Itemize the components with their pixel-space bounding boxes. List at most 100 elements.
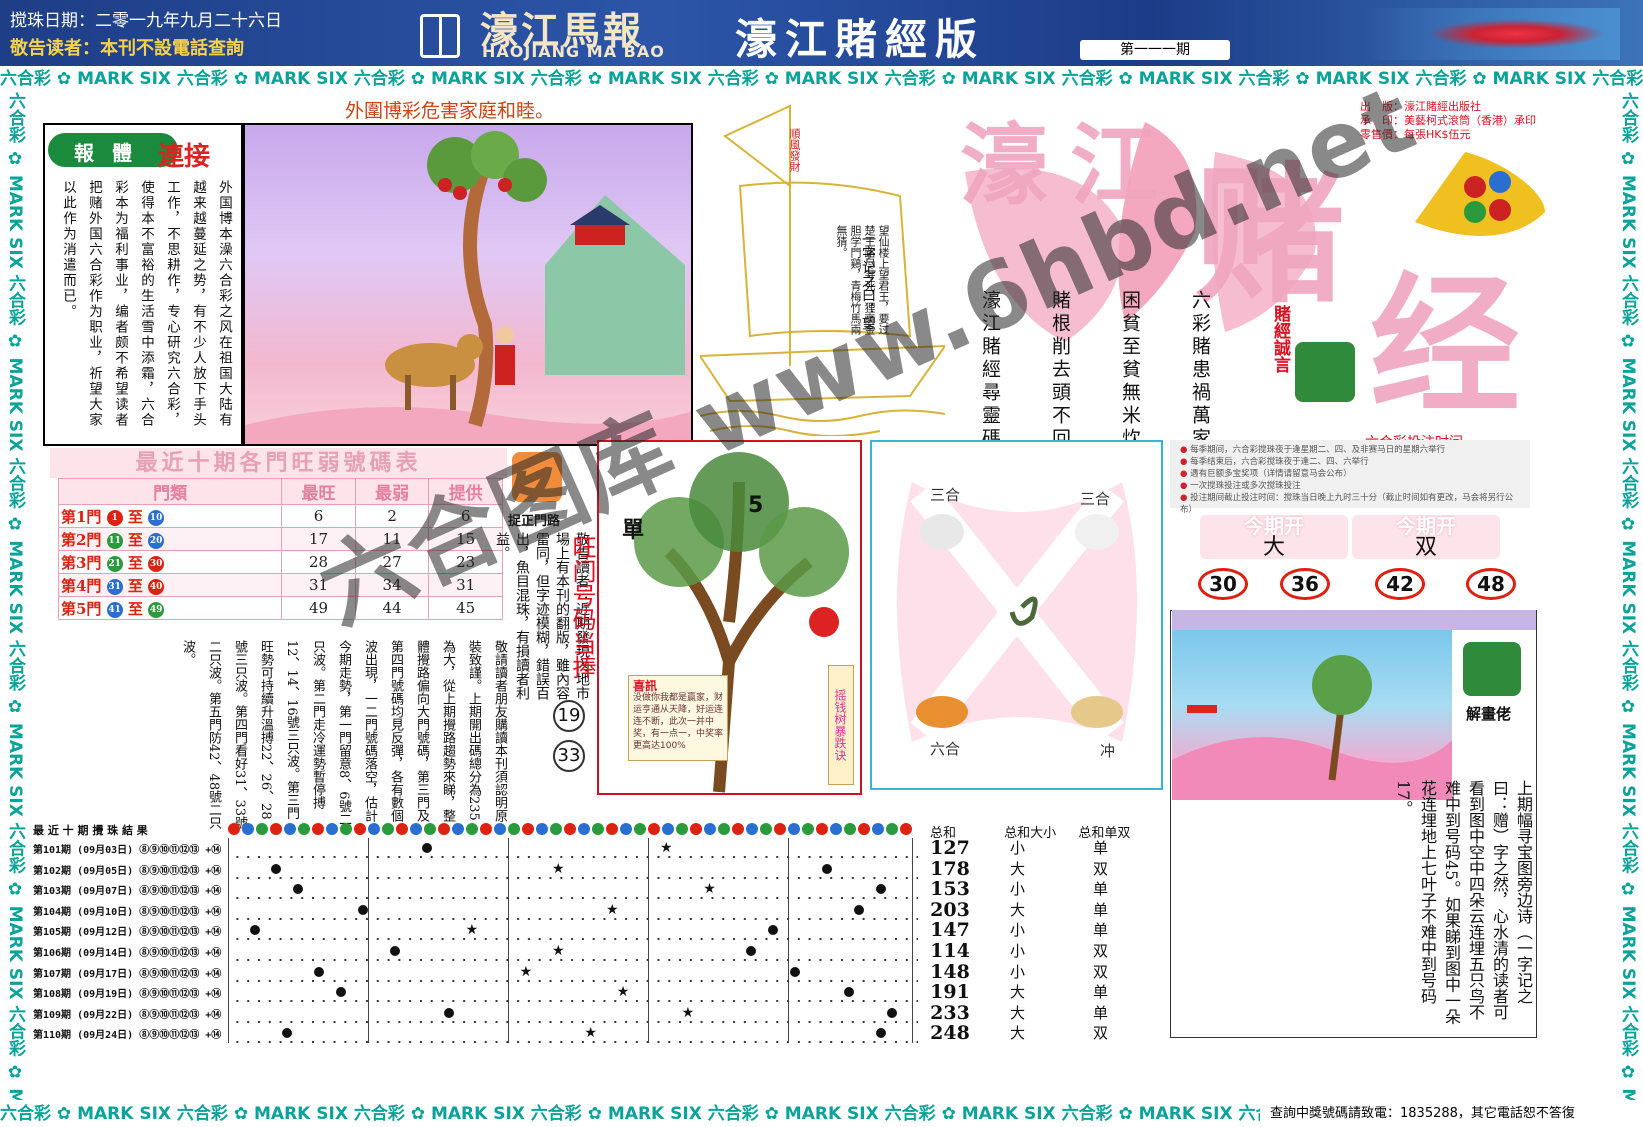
hot-cold-row: 第4門 31 至 40 31 34 31: [57, 573, 503, 597]
sum-value: 178: [930, 857, 970, 880]
today-parity-box: 今期开 双: [1352, 515, 1500, 559]
couplet-2: 困貧至貧無米炊: [1119, 290, 1141, 451]
sum-row: 191 大 单: [920, 982, 1180, 1003]
zodiac-cross: [897, 482, 1137, 742]
lucky-number: 30: [1198, 568, 1248, 600]
sum-size: 小: [1010, 921, 1026, 940]
zodiac-label-tr: 三合: [1080, 490, 1111, 508]
header-number-ball: [578, 823, 590, 835]
result-row: 第107期 (09月17日) ⑧⑨⑩⑪⑫⑬ +⑭ ★: [33, 961, 918, 983]
result-dot-grid: [228, 838, 918, 858]
drawn-ball-mark: [292, 884, 303, 895]
offer-cell: 45: [428, 596, 503, 620]
cold-cell: 2: [354, 504, 430, 528]
col-header: 門類: [57, 478, 283, 505]
pointing-hand-icon: [512, 452, 562, 502]
result-row: 第105期 (09月12日) ⑧⑨⑩⑪⑫⑬ +⑭ ★: [33, 920, 918, 941]
special-star-mark: ★: [552, 860, 565, 877]
sum-row: 147 小 单: [920, 920, 1180, 941]
hot-cold-row: 第5門 41 至 49 49 44 45: [57, 596, 503, 620]
header-number-ball: [760, 823, 772, 835]
correct-label: 捉正門路: [508, 514, 561, 529]
door-label: 第5門: [61, 599, 102, 618]
header-number-ball: [732, 823, 744, 835]
sum-parity: 双: [1093, 942, 1109, 960]
result-row-label: 第108期 (09月19日) ⑧⑨⑩⑪⑫⑬ +⑭: [33, 989, 222, 1001]
special-star-mark: ★: [519, 963, 533, 980]
today-label: 今期开: [1396, 514, 1456, 538]
header-number-ball: [466, 823, 478, 835]
sum-parity: 单: [1093, 921, 1109, 940]
paper-name-en: HAOJIANG MA BAO: [482, 42, 665, 61]
edition-title: 濠江賭經版: [735, 15, 986, 64]
header-number-ball: [774, 823, 786, 835]
writing-hand-icon: [1463, 642, 1521, 696]
hot-cold-row: 第2門 11 至 20 17 11 15: [57, 527, 503, 551]
rule-item: 每季结束后，六合彩搅珠夜于逢二、四、六举行: [1180, 456, 1520, 468]
range-start-ball: 21: [106, 555, 123, 572]
offer-cell: 31: [428, 573, 503, 597]
range-start-ball: 11: [106, 532, 123, 549]
results-grid: 第101期 (09月03日) ⑧⑨⑩⑪⑫⑬ +⑭ ★ 第102期 (09月05日) …: [33, 838, 918, 1044]
door-label: 第4門: [61, 576, 102, 595]
drawn-ball-mark: [886, 1007, 897, 1018]
result-row: 第101期 (09月03日) ⑧⑨⑩⑪⑫⑬ +⑭ ★: [33, 838, 918, 859]
range-sep: 至: [127, 599, 143, 618]
offer-cell: 6: [428, 504, 503, 528]
special-star-mark: ★: [552, 943, 565, 959]
today-size-box: 今期开 大: [1200, 515, 1348, 559]
good-news-box: 喜訊 没做你我都是赢家，财运亨通从天降，好运连连不断，此次一并中奖，有一点一，中…: [628, 675, 728, 761]
scene-illustration: [243, 123, 693, 446]
header-number-ball: [564, 823, 576, 835]
hot-cold-row: 第1門 1 至 10 6 2 6: [57, 504, 503, 528]
header-number-ball: [592, 823, 604, 835]
sum-value: 147: [930, 919, 970, 942]
sum-value: 148: [930, 960, 970, 983]
header-number-ball: [676, 823, 688, 835]
drawn-ball-mark: [444, 1007, 454, 1018]
sum-row: 248 大 双: [920, 1023, 1180, 1044]
hot-door-number: 33: [553, 740, 585, 772]
sum-parity: 单: [1093, 880, 1109, 899]
header-number-ball: [522, 823, 534, 835]
header-number-ball: [746, 823, 758, 835]
mast-char-3: 赌: [1195, 148, 1346, 324]
special-star-mark: ★: [465, 922, 479, 939]
bottom-border-band: 六合彩 ✿ MARK SIX 六合彩 ✿ MARK SIX 六合彩 ✿ MARK…: [0, 1104, 1260, 1124]
door-label: 第1門: [61, 507, 102, 526]
result-dot-grid: [228, 920, 918, 941]
header-number-ball: [900, 823, 912, 835]
sum-row: 233 大 单: [920, 1002, 1180, 1024]
range-end-ball: 20: [148, 532, 165, 549]
report-title: 連接: [158, 142, 211, 172]
goldfish-art: [1360, 8, 1620, 60]
hot-cell: 6: [281, 504, 356, 528]
result-dot-grid: [228, 1023, 918, 1044]
sum-parity: 双: [1093, 859, 1109, 878]
hot-cell: 31: [281, 573, 356, 597]
sum-row: 114 小 双: [920, 941, 1180, 962]
header-number-ball: [858, 823, 870, 835]
sum-size: 大: [1010, 983, 1026, 1002]
pub-publisher: 出 版：濠江賭經出版社: [1360, 100, 1481, 113]
sum-size: 小: [1010, 962, 1026, 981]
grid-divider: [508, 838, 509, 1043]
sum-row: 203 大 单: [920, 899, 1180, 921]
range-start-ball: 1: [106, 509, 123, 526]
boat-poem: 望仙楼上望君王，要过楚王路尽寻死，狸高金胆学門鷄，青梅竹馬兩無猜。: [835, 225, 890, 335]
grid-divider: [368, 838, 369, 1043]
special-star-mark: ★: [703, 881, 716, 898]
header-number-ball: [396, 823, 408, 835]
result-row-label: 第103期 (09月07日) ⑧⑨⑩⑪⑫⑬ +⑭: [33, 886, 222, 898]
header-number-ball: [704, 823, 716, 835]
zodiac-label-br: 冲: [1100, 742, 1116, 760]
results-header: 最 近 十 期 攪 珠 結 果: [33, 822, 913, 838]
hot-cell: 17: [281, 527, 356, 551]
door-cell: 第5門 41 至 49: [57, 596, 283, 620]
header-number-ball: [298, 823, 310, 835]
range-sep: 至: [127, 530, 143, 549]
sum-parity: 单: [1093, 1003, 1109, 1022]
header-number-ball: [284, 823, 296, 835]
door-cell: 第4門 31 至 40: [57, 573, 283, 597]
door-cell: 第1門 1 至 10: [57, 504, 283, 528]
